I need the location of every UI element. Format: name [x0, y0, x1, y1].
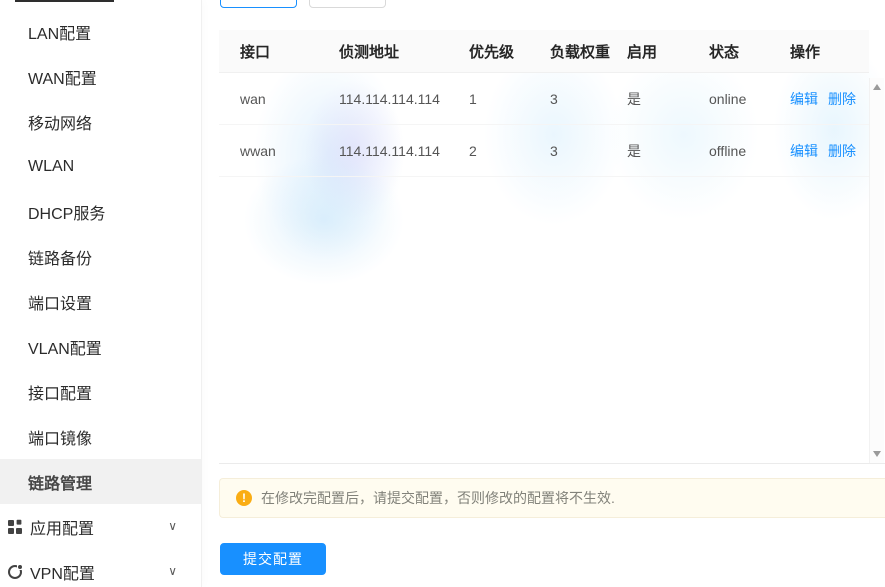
cell-probe-address: 114.114.114.114 [339, 143, 469, 159]
cell-priority: 1 [469, 91, 550, 107]
cell-actions: 编辑 删除 [790, 89, 869, 109]
cell-probe-address: 114.114.114.114 [339, 91, 469, 107]
cell-interface: wan [240, 91, 339, 107]
sidebar-item-label: VPN配置 [30, 560, 95, 584]
sidebar-item-link-management[interactable]: 链路管理 [0, 459, 201, 504]
sidebar-item-link-backup[interactable]: 链路备份 [0, 234, 201, 279]
top-tab-button-active[interactable] [220, 0, 297, 8]
sidebar-item-mobile-network[interactable]: 移动网络 [0, 99, 201, 144]
sidebar-item-lan-config[interactable]: LAN配置 [0, 9, 201, 54]
warning-exclamation-icon: ! [236, 490, 252, 506]
chevron-down-icon: ∨ [168, 563, 177, 577]
cell-interface: wwan [240, 143, 339, 159]
cell-status: online [709, 91, 790, 107]
submit-config-warning-alert: ! 在修改完配置后，请提交配置，否则修改的配置将不生效. [219, 478, 885, 518]
column-header-status: 状态 [709, 41, 790, 62]
cell-enabled: 是 [627, 141, 709, 161]
scroll-up-arrow-icon[interactable] [873, 84, 881, 90]
appstore-icon [8, 520, 22, 534]
cell-status: offline [709, 143, 790, 159]
cell-load-weight: 3 [550, 91, 627, 107]
sidebar-item-app-config[interactable]: 应用配置 ∨ [0, 504, 201, 549]
link-table: 接口 侦测地址 优先级 负载权重 启用 状态 操作 wan 114.114.11… [219, 30, 885, 464]
column-header-load-weight: 负载权重 [550, 41, 627, 62]
sidebar-item-interface-config[interactable]: 接口配置 [0, 369, 201, 414]
vertical-scrollbar[interactable] [869, 78, 884, 463]
delete-link[interactable]: 删除 [828, 141, 856, 161]
sidebar-item-port-mirroring[interactable]: 端口镜像 [0, 414, 201, 459]
cell-actions: 编辑 删除 [790, 141, 869, 161]
table-row: wan 114.114.114.114 1 3 是 online 编辑 删除 [219, 73, 869, 125]
sidebar-item-port-settings[interactable]: 端口设置 [0, 279, 201, 324]
sidebar: LAN配置 WAN配置 移动网络 WLAN DHCP服务 链路备份 端口设置 V… [0, 0, 202, 587]
scroll-down-arrow-icon[interactable] [873, 451, 881, 457]
top-tab-button[interactable] [309, 0, 386, 8]
cell-priority: 2 [469, 143, 550, 159]
sidebar-item-dhcp-service[interactable]: DHCP服务 [0, 189, 201, 234]
cell-load-weight: 3 [550, 143, 627, 159]
sidebar-item-wlan[interactable]: WLAN [0, 144, 201, 189]
chevron-down-icon: ∨ [168, 518, 177, 532]
cutoff-menu-item-top [15, 0, 114, 2]
delete-link[interactable]: 删除 [828, 89, 856, 109]
submit-config-button[interactable]: 提交配置 [220, 543, 326, 575]
sidebar-menu: LAN配置 WAN配置 移动网络 WLAN DHCP服务 链路备份 端口设置 V… [0, 9, 201, 587]
link-management-page: LAN配置 WAN配置 移动网络 WLAN DHCP服务 链路备份 端口设置 V… [0, 0, 885, 587]
table-header-row: 接口 侦测地址 优先级 负载权重 启用 状态 操作 [219, 30, 869, 73]
sidebar-item-wan-config[interactable]: WAN配置 [0, 54, 201, 99]
column-header-probe-address: 侦测地址 [339, 41, 469, 62]
table-row: wwan 114.114.114.114 2 3 是 offline 编辑 删除 [219, 125, 869, 177]
edit-link[interactable]: 编辑 [790, 89, 818, 109]
vpn-globe-icon [8, 565, 22, 579]
column-header-actions: 操作 [790, 41, 869, 62]
column-header-interface: 接口 [240, 41, 339, 62]
column-header-priority: 优先级 [469, 41, 550, 62]
sidebar-item-vlan-config[interactable]: VLAN配置 [0, 324, 201, 369]
column-header-enabled: 启用 [627, 41, 709, 62]
sidebar-item-vpn-config[interactable]: VPN配置 ∨ [0, 549, 201, 587]
sidebar-item-label: 应用配置 [30, 515, 94, 539]
alert-message: 在修改完配置后，请提交配置，否则修改的配置将不生效. [261, 488, 615, 508]
main-content: 接口 侦测地址 优先级 负载权重 启用 状态 操作 wan 114.114.11… [202, 0, 885, 587]
edit-link[interactable]: 编辑 [790, 141, 818, 161]
cell-enabled: 是 [627, 89, 709, 109]
